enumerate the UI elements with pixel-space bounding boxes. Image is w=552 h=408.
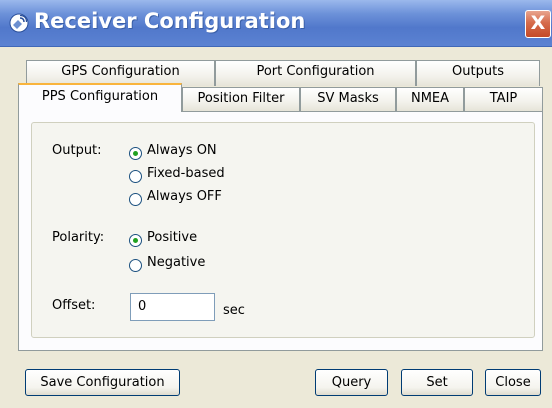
tab-pps-configuration[interactable]: PPS Configuration (18, 83, 182, 112)
output-fixed-based-radio[interactable] (129, 170, 142, 183)
tab-sv-masks[interactable]: SV Masks (300, 87, 396, 111)
output-always-on-radio[interactable] (129, 147, 142, 160)
polarity-label: Polarity: (52, 230, 105, 245)
title-bar[interactable]: Receiver Configuration X (0, 0, 552, 47)
polarity-negative-radio[interactable] (129, 259, 142, 272)
receiver-configuration-dialog: Receiver Configuration X GPS Configurati… (0, 0, 552, 408)
tab-position-filter[interactable]: Position Filter (182, 87, 300, 111)
output-label: Output: (52, 143, 102, 158)
output-fixed-based-label[interactable]: Fixed-based (147, 166, 225, 181)
polarity-positive-radio[interactable] (129, 234, 142, 247)
window-title: Receiver Configuration (34, 9, 306, 33)
offset-label: Offset: (52, 298, 96, 313)
output-always-off-label[interactable]: Always OFF (147, 189, 222, 204)
close-window-button[interactable]: X (525, 10, 551, 38)
polarity-negative-label[interactable]: Negative (147, 255, 205, 270)
close-button[interactable]: Close (485, 369, 541, 396)
save-configuration-button[interactable]: Save Configuration (25, 369, 180, 396)
output-always-off-radio[interactable] (129, 193, 142, 206)
offset-input[interactable]: 0 (130, 293, 215, 321)
output-always-on-label[interactable]: Always ON (147, 143, 217, 158)
tab-nmea[interactable]: NMEA (396, 87, 464, 111)
tab-taip[interactable]: TAIP (464, 87, 543, 111)
satellite-icon (9, 13, 29, 33)
set-button[interactable]: Set (401, 369, 473, 396)
offset-unit-label: sec (223, 303, 245, 318)
tab-port-configuration[interactable]: Port Configuration (215, 60, 416, 86)
pps-settings-group (31, 122, 535, 338)
tab-outputs[interactable]: Outputs (416, 60, 540, 86)
polarity-positive-label[interactable]: Positive (147, 230, 197, 245)
query-button[interactable]: Query (315, 369, 388, 396)
